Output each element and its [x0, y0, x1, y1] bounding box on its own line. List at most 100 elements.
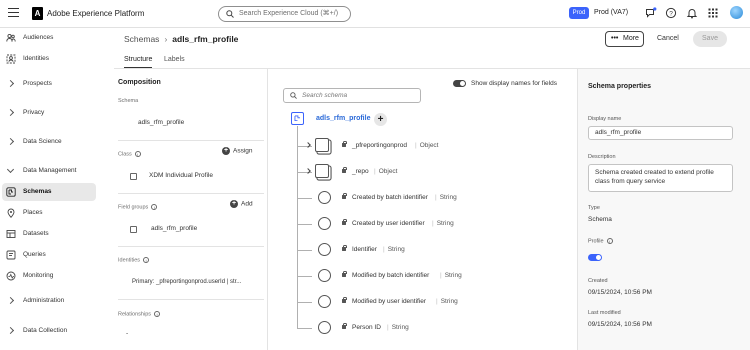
more-button[interactable]: ••• More: [605, 31, 644, 47]
tree-row-person-id[interactable]: Person ID String: [297, 320, 557, 336]
field-group-checkbox[interactable]: [130, 226, 137, 233]
avatar[interactable]: [730, 6, 743, 19]
schema-root-name[interactable]: adls_rfm_profile: [316, 115, 370, 122]
sidebar-item-audiences[interactable]: Audiences: [0, 29, 98, 47]
tree-connector: [297, 146, 312, 147]
sidebar-item-data-collection[interactable]: Data Collection: [0, 322, 98, 340]
display-name-label: Display name: [588, 116, 622, 122]
tree-row-identifier[interactable]: Identifier String: [297, 242, 557, 258]
adobe-logo[interactable]: A: [32, 7, 43, 20]
sidebar-item-schemas[interactable]: Schemas: [2, 183, 96, 201]
schemas-icon: [6, 187, 16, 197]
add-field-button[interactable]: [374, 113, 387, 126]
lock-icon: [342, 244, 347, 251]
field-group-item[interactable]: adls_rfm_profile: [151, 225, 197, 232]
created-label: Created: [588, 278, 608, 284]
tree-row-repo[interactable]: _repo Object: [297, 164, 557, 180]
tree-row-created-by-batch[interactable]: Created by batch identifier String: [297, 190, 557, 206]
chevron-right-icon: [6, 296, 15, 305]
cancel-button[interactable]: Cancel: [657, 31, 681, 47]
help-icon[interactable]: ?: [665, 7, 677, 19]
last-modified-label: Last modified: [588, 310, 621, 316]
left-nav: Audiences Identities Prospects Privacy D…: [0, 29, 98, 350]
profile-toggle[interactable]: [588, 254, 602, 261]
lock-icon: [342, 296, 347, 303]
leaf-node-icon: [318, 191, 331, 204]
org-name[interactable]: Prod (VA7): [594, 9, 628, 16]
app-name[interactable]: Adobe Experience Platform: [47, 9, 144, 18]
tree-row-created-by-user[interactable]: Created by user identifier String: [297, 216, 557, 232]
display-names-toggle[interactable]: [453, 80, 466, 87]
bell-icon[interactable]: [686, 7, 698, 19]
sidebar-item-label: Administration: [23, 297, 65, 304]
schema-properties-panel: Schema properties Display name adls_rfm_…: [577, 69, 750, 350]
info-icon[interactable]: i: [143, 257, 150, 263]
sidebar-item-prospects[interactable]: Prospects: [0, 75, 98, 93]
description-field[interactable]: Schema created created to extend profile…: [588, 164, 733, 192]
tab-labels[interactable]: Labels: [164, 56, 185, 63]
search-icon: [226, 10, 234, 18]
sidebar-item-monitoring[interactable]: Monitoring: [0, 267, 98, 285]
relationships-label: Relationships i: [118, 311, 161, 317]
sidebar-item-label: Data Science: [23, 138, 62, 145]
field-name: Created by user identifier: [352, 220, 425, 227]
class-checkbox[interactable]: [130, 173, 137, 180]
more-dots-icon: •••: [611, 35, 619, 42]
add-field-group-button[interactable]: + Add: [230, 200, 253, 208]
relationships-value: -: [126, 330, 129, 337]
display-name-field[interactable]: adls_rfm_profile: [588, 126, 733, 140]
field-type: String: [383, 246, 405, 253]
sidebar-item-queries[interactable]: Queries: [0, 246, 98, 264]
profile-label-text: Profile: [588, 238, 604, 245]
apps-grid-icon[interactable]: [707, 7, 719, 19]
info-icon[interactable]: i: [151, 204, 158, 210]
hamburger-icon[interactable]: [8, 8, 19, 18]
global-search-input[interactable]: Search Experience Cloud (⌘+/): [218, 6, 351, 22]
object-node-icon: [315, 164, 329, 178]
sidebar-item-data-science[interactable]: Data Science: [0, 133, 98, 151]
schema-search-input[interactable]: Search schema: [283, 88, 421, 103]
tree-connector: [297, 172, 312, 173]
sidebar-item-data-management[interactable]: Data Management: [0, 162, 98, 180]
field-type: String: [387, 324, 409, 331]
sidebar-item-identities[interactable]: Identities: [0, 50, 98, 68]
sidebar-item-datasets[interactable]: Datasets: [0, 225, 98, 243]
tab-structure[interactable]: Structure: [124, 56, 152, 63]
class-item[interactable]: XDM Individual Profile: [149, 172, 213, 179]
info-icon[interactable]: i: [154, 311, 161, 317]
type-label: Type: [588, 205, 600, 211]
identity-item[interactable]: Primary: _pfreportingonprod.userId | str…: [132, 279, 241, 285]
feedback-icon[interactable]: [645, 7, 657, 19]
breadcrumb-current: adls_rfm_profile: [172, 34, 239, 44]
tree-row-modified-by-user[interactable]: Modified by user identifier String: [297, 294, 557, 310]
lock-icon: [342, 322, 347, 329]
breadcrumb-parent[interactable]: Schemas: [124, 34, 159, 44]
field-groups-label: Field groups i: [118, 204, 158, 210]
tree-connector: [297, 224, 312, 225]
field-type: Object: [374, 168, 398, 175]
sidebar-item-administration[interactable]: Administration: [0, 292, 98, 310]
info-icon[interactable]: i: [606, 238, 613, 244]
sidebar-item-privacy[interactable]: Privacy: [0, 104, 98, 122]
sidebar-item-places[interactable]: Places: [0, 204, 98, 222]
breadcrumb: Schemas › adls_rfm_profile: [124, 34, 238, 44]
type-value: Schema: [588, 216, 612, 223]
places-icon: [7, 208, 15, 218]
field-name: Identifier: [352, 246, 377, 253]
display-names-label: Show display names for fields: [471, 80, 557, 87]
more-label: More: [623, 35, 639, 42]
divider: [118, 246, 264, 247]
class-label-text: Class: [118, 151, 132, 158]
composition-title: Composition: [118, 79, 161, 86]
save-button[interactable]: Save: [693, 31, 727, 47]
divider: [118, 299, 264, 300]
tree-row-pfreportingonprod[interactable]: _pfreportingonprod Object: [297, 138, 557, 154]
chevron-right-icon: [6, 137, 15, 146]
org-badge[interactable]: Prod: [569, 7, 589, 19]
field-name: _pfreportingonprod: [352, 142, 407, 149]
assign-class-button[interactable]: + Assign: [222, 147, 253, 155]
info-icon[interactable]: i: [134, 151, 141, 157]
schema-item[interactable]: adls_rfm_profile: [138, 119, 184, 126]
tree-row-modified-by-batch[interactable]: Modified by batch identifier String: [297, 268, 557, 284]
add-circle-icon: +: [222, 147, 230, 155]
